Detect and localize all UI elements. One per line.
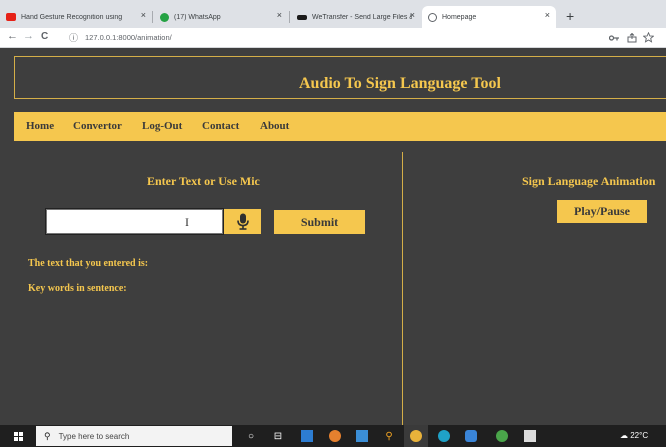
security-icon[interactable] — [465, 430, 477, 442]
tab-title: Homepage — [442, 13, 477, 21]
photos-icon[interactable] — [524, 430, 536, 442]
app-icon[interactable] — [496, 430, 508, 442]
keywords-label: Key words in sentence: — [28, 283, 127, 294]
info-icon[interactable]: ⓘ — [69, 31, 78, 44]
new-tab-button[interactable]: + — [566, 8, 574, 24]
panel-divider — [402, 152, 403, 425]
play-pause-button[interactable]: Play/Pause — [557, 200, 647, 223]
file-explorer-icon[interactable] — [301, 430, 313, 442]
close-icon[interactable]: × — [545, 10, 550, 20]
close-icon[interactable]: × — [410, 10, 415, 20]
page-title: Audio To Sign Language Tool — [299, 75, 501, 92]
key-icon[interactable] — [609, 34, 620, 42]
reload-icon[interactable]: C — [41, 31, 48, 42]
mic-button[interactable] — [224, 209, 261, 234]
close-icon[interactable]: × — [141, 10, 146, 20]
search-icon: ⚲ — [44, 430, 51, 441]
tab-title: WeTransfer - Send Large Files & — [312, 13, 412, 21]
header-box: Audio To Sign Language Tool — [14, 56, 666, 99]
nav-about-link[interactable]: About — [260, 120, 289, 132]
windows-start-icon[interactable] — [14, 432, 23, 441]
tab-separator — [152, 11, 153, 23]
tab-wetransfer[interactable]: WeTransfer - Send Large Files & × — [291, 6, 421, 28]
cloud-icon: ☁ — [620, 431, 628, 440]
cortana-icon[interactable]: ○ — [245, 430, 257, 442]
taskbar-search-box[interactable]: ⚲ Type here to search — [36, 426, 232, 446]
chrome-icon[interactable] — [410, 430, 422, 442]
youtube-icon — [6, 13, 16, 21]
back-icon[interactable]: ← — [7, 30, 18, 42]
edge-icon[interactable] — [438, 430, 450, 442]
weather-temp: 22°C — [630, 431, 649, 440]
nav-convertor-link[interactable]: Convertor — [73, 120, 122, 132]
weather-readout[interactable]: ☁ 22°C — [620, 431, 648, 440]
microphone-icon — [236, 213, 249, 230]
search-placeholder: Type here to search — [58, 431, 130, 441]
address-bar: ← → C ⓘ 127.0.0.1:8000/animation/ — [0, 28, 666, 48]
globe-icon — [428, 12, 437, 22]
nav-bar: Home Convertor Log-Out Contact About — [14, 112, 666, 141]
tab-separator — [289, 11, 290, 23]
entered-text-label: The text that you entered is: — [28, 258, 149, 269]
tab-title: (17) WhatsApp — [174, 13, 221, 21]
tab-title: Hand Gesture Recognition using — [21, 13, 123, 21]
tab-hand-gesture[interactable]: Hand Gesture Recognition using × — [0, 6, 152, 28]
url-field[interactable]: 127.0.0.1:8000/animation/ — [85, 33, 172, 42]
animation-heading: Sign Language Animation — [522, 174, 656, 188]
tab-whatsapp[interactable]: (17) WhatsApp × — [154, 6, 288, 28]
star-icon[interactable] — [643, 32, 654, 43]
text-cursor-icon: I — [185, 215, 189, 229]
nav-home-link[interactable]: Home — [26, 120, 54, 132]
store-icon[interactable] — [356, 430, 368, 442]
task-view-icon[interactable]: ⊟ — [272, 430, 284, 442]
page-content: Audio To Sign Language Tool Home Convert… — [0, 48, 666, 425]
input-heading: Enter Text or Use Mic — [147, 174, 260, 188]
nav-logout-link[interactable]: Log-Out — [142, 120, 182, 132]
search-app-icon[interactable]: ⚲ — [383, 430, 395, 442]
submit-button[interactable]: Submit — [274, 210, 365, 234]
close-icon[interactable]: × — [277, 10, 282, 20]
text-input[interactable] — [45, 208, 224, 235]
firefox-icon[interactable] — [329, 430, 341, 442]
forward-icon[interactable]: → — [23, 30, 34, 42]
share-icon[interactable] — [627, 33, 637, 43]
whatsapp-icon — [160, 12, 169, 22]
tab-homepage[interactable]: Homepage × — [422, 6, 556, 28]
windows-taskbar: ⚲ Type here to search ○ ⊟ ⚲ ☁ 22°C — [0, 425, 666, 447]
wetransfer-icon — [297, 14, 307, 20]
browser-tab-bar: Hand Gesture Recognition using × (17) Wh… — [0, 0, 666, 28]
nav-contact-link[interactable]: Contact — [202, 120, 239, 132]
